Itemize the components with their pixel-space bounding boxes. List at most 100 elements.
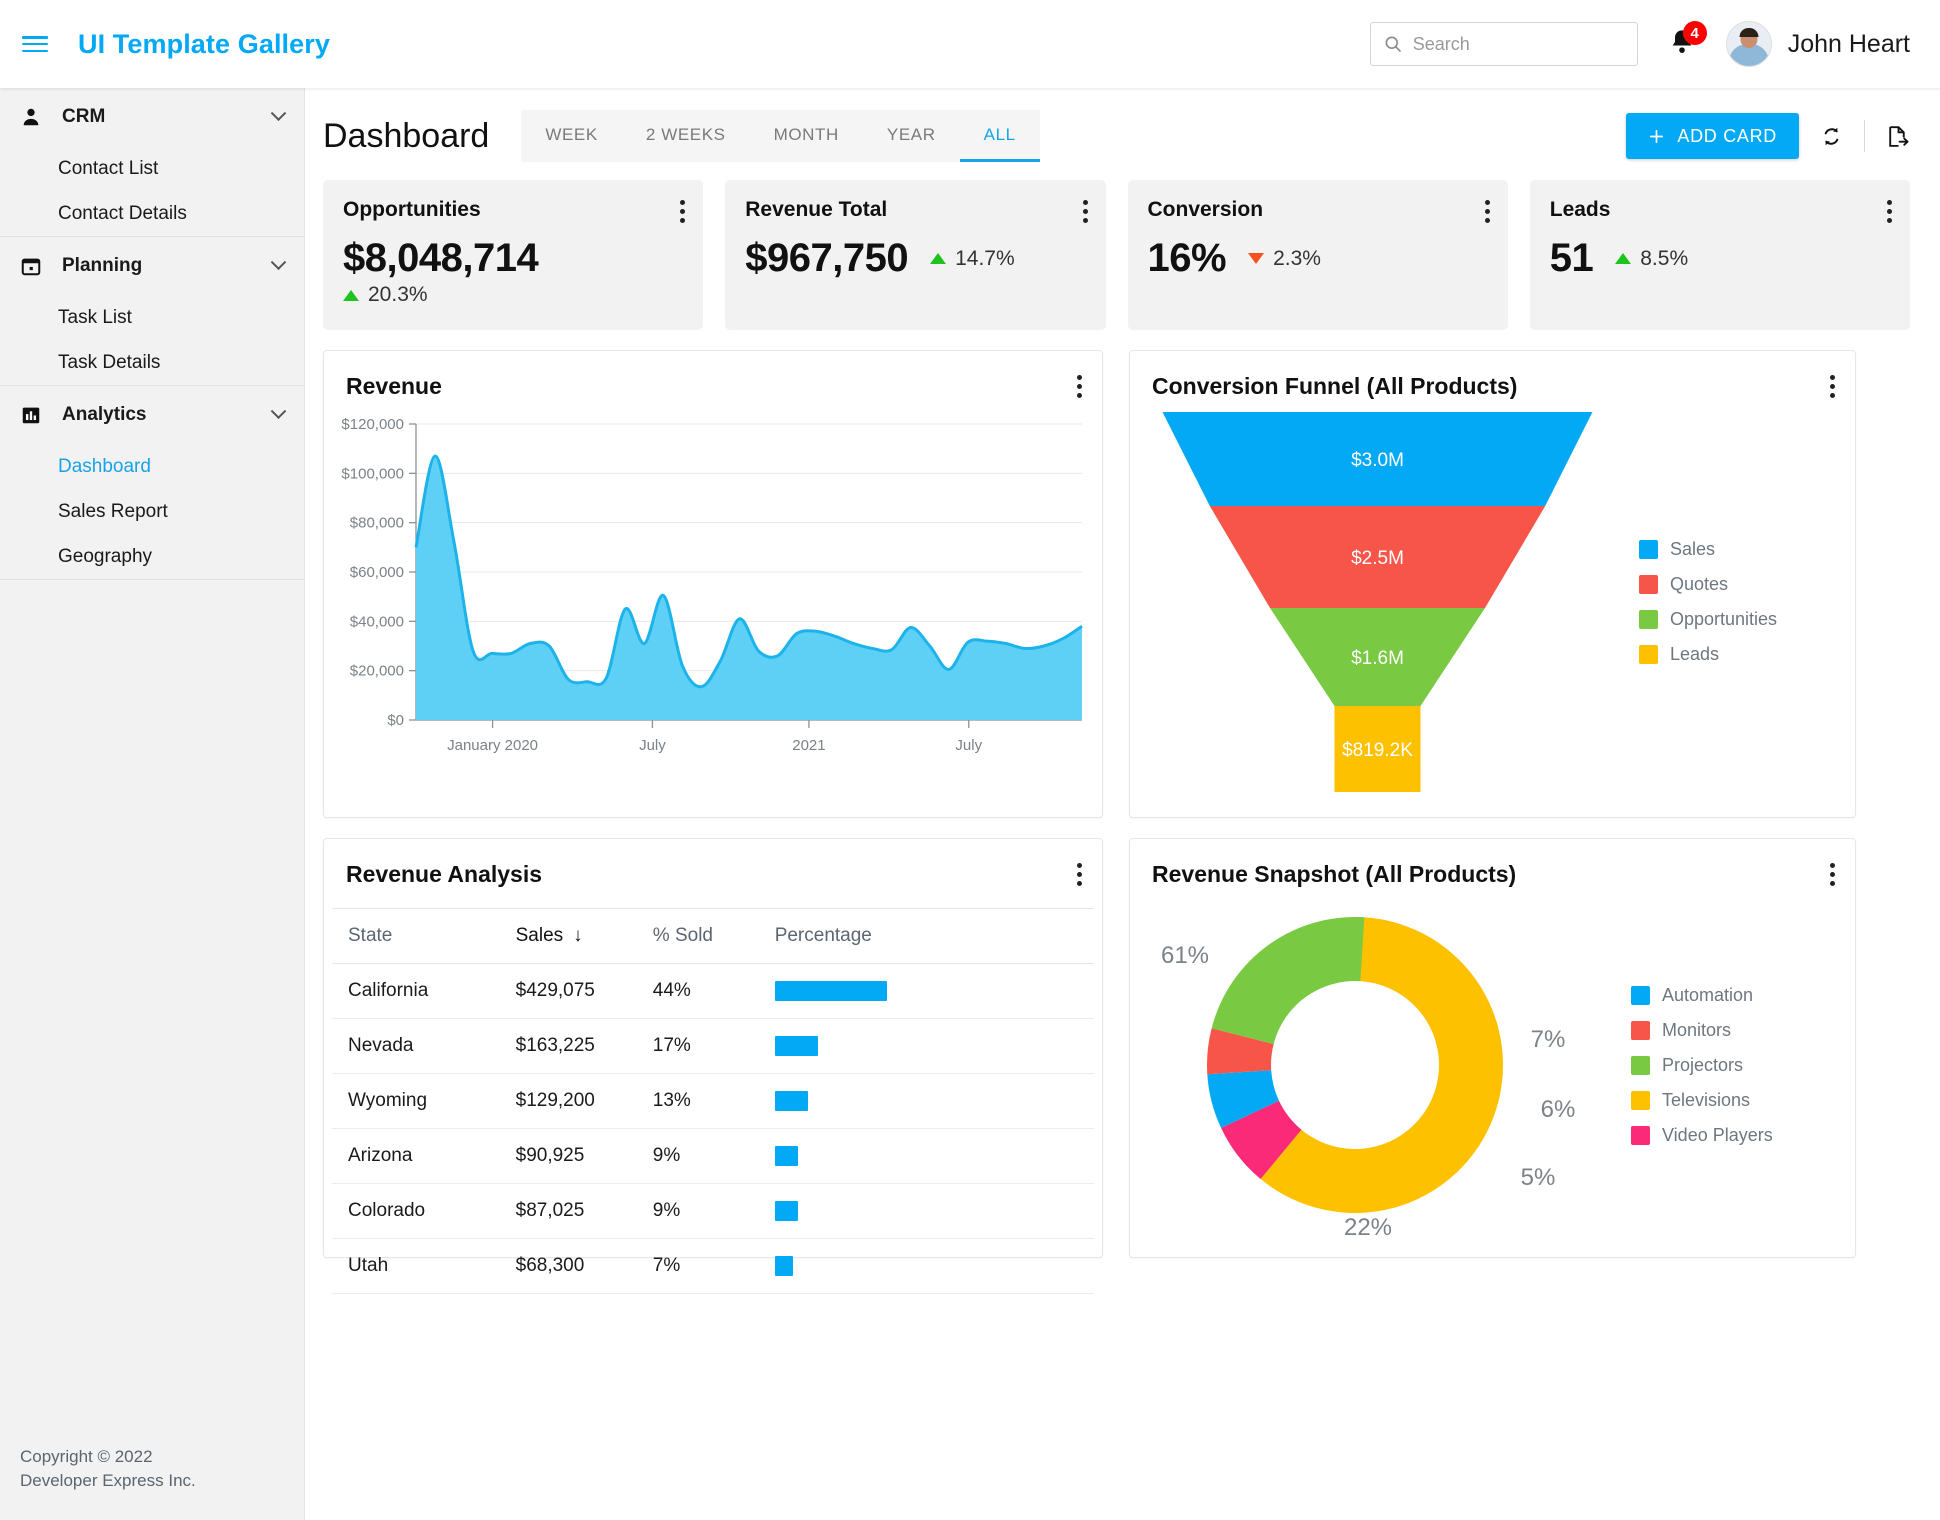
kpi-delta: 8.5%	[1615, 247, 1688, 271]
legend-item-projectors[interactable]: Projectors	[1631, 1055, 1773, 1076]
calendar-icon	[18, 255, 44, 277]
legend-item-opportunities[interactable]: Opportunities	[1639, 609, 1777, 630]
legend-item-video-players[interactable]: Video Players	[1631, 1125, 1773, 1146]
donut-label: 22%	[1344, 1214, 1392, 1235]
sidebar-item-contact-list[interactable]: Contact List	[0, 146, 304, 191]
user-avatar[interactable]	[1725, 21, 1772, 67]
legend-item-leads[interactable]: Leads	[1639, 644, 1777, 665]
sidebar-group-label: CRM	[62, 106, 106, 127]
snapshot-panel-menu[interactable]	[1830, 863, 1835, 890]
cell-percentage-bar	[758, 1128, 1094, 1184]
y-tick-label: $120,000	[341, 416, 404, 433]
legend-swatch	[1631, 1020, 1650, 1040]
cell-sales: $163,225	[499, 1018, 637, 1074]
kpi-delta: 2.3%	[1248, 247, 1321, 271]
sidebar-item-analytics[interactable]: Analytics	[0, 386, 304, 444]
chevron-down-icon[interactable]	[270, 402, 287, 419]
legend-item-automation[interactable]: Automation	[1631, 985, 1773, 1006]
tab-year[interactable]: YEAR	[863, 110, 960, 162]
kpi-menu[interactable]	[1887, 200, 1892, 227]
cell-sales: $429,075	[499, 963, 637, 1019]
table-row[interactable]: Nevada $163,225 17%	[332, 1018, 1094, 1074]
sidebar-item-contact-details[interactable]: Contact Details	[0, 191, 304, 236]
sidebar-item-task-list[interactable]: Task List	[0, 295, 304, 340]
legend-item-monitors[interactable]: Monitors	[1631, 1020, 1773, 1041]
kpi-value: $967,750	[745, 236, 909, 280]
column-header-sold[interactable]: % Sold	[636, 908, 759, 964]
kpi-body: $967,750 14.7%	[745, 236, 1085, 281]
cell-sales: $90,925	[499, 1128, 637, 1184]
chevron-down-icon[interactable]	[270, 253, 287, 270]
cell-percentage-bar	[758, 1183, 1094, 1239]
toolbar-divider	[1864, 120, 1865, 152]
donut-segment	[1211, 917, 1365, 1045]
tab-2-weeks[interactable]: 2 WEEKS	[622, 110, 750, 162]
notification-count-badge: 4	[1682, 21, 1707, 45]
legend-label: Quotes	[1670, 574, 1729, 594]
cell-state: Wyoming	[332, 1073, 500, 1129]
search-input[interactable]	[1412, 33, 1613, 55]
refresh-button[interactable]	[1819, 124, 1844, 149]
column-header-label: % Sold	[652, 925, 713, 946]
table-header-row: State Sales ↓ % Sold Percentage	[332, 908, 1094, 964]
add-card-button[interactable]: ADD CARD	[1626, 113, 1799, 159]
search-box[interactable]	[1369, 22, 1638, 66]
sidebar-item-geography[interactable]: Geography	[0, 534, 304, 579]
sidebar-item-dashboard[interactable]: Dashboard	[0, 444, 304, 489]
add-card-label: ADD CARD	[1677, 125, 1777, 146]
sidebar-item-crm[interactable]: CRM	[0, 88, 304, 146]
table-row[interactable]: Utah $68,300 7%	[332, 1238, 1094, 1294]
tab-week[interactable]: WEEK	[521, 110, 621, 162]
sidebar-item-planning[interactable]: Planning	[0, 237, 304, 295]
app-header: UI Template Gallery 4 John Heart	[0, 0, 1940, 88]
table-row[interactable]: Arizona $90,925 9%	[332, 1128, 1094, 1184]
notifications-button[interactable]: 4	[1668, 21, 1707, 61]
legend-item-sales[interactable]: Sales	[1639, 539, 1777, 560]
table-row[interactable]: Wyoming $129,200 13%	[332, 1073, 1094, 1129]
donut-chart: 61% 7% 6% 5% 22%	[1161, 917, 1575, 1235]
kpi-menu[interactable]	[680, 200, 686, 227]
donut-legend: Automation Monitors Projectors Televisions V…	[1631, 985, 1773, 1146]
sidebar-group-crm: CRM Contact List Contact Details	[0, 88, 304, 237]
export-file-icon	[1889, 125, 1909, 147]
export-button[interactable]	[1885, 124, 1910, 149]
kpi-delta-value: 20.3%	[368, 283, 428, 306]
kpi-menu[interactable]	[1484, 200, 1490, 227]
legend-item-quotes[interactable]: Quotes	[1639, 574, 1777, 595]
table-row[interactable]: California $429,075 44%	[332, 963, 1094, 1019]
user-name[interactable]: John Heart	[1788, 30, 1910, 59]
arrow-down-icon: ↓	[573, 925, 583, 946]
analysis-panel-menu[interactable]	[1077, 863, 1082, 890]
cell-pct-sold: 44%	[636, 963, 759, 1019]
percentage-bar	[774, 1036, 819, 1056]
legend-item-televisions[interactable]: Televisions	[1631, 1090, 1773, 1111]
column-header-sales[interactable]: Sales ↓	[499, 908, 637, 964]
tab-all[interactable]: ALL	[959, 110, 1040, 162]
hamburger-menu-icon[interactable]	[22, 34, 48, 54]
table-row[interactable]: Colorado $87,025 9%	[332, 1183, 1094, 1239]
chevron-down-icon[interactable]	[270, 104, 287, 121]
donut-label: 5%	[1521, 1164, 1556, 1191]
kpi-body: 16% 2.3%	[1148, 236, 1488, 281]
sidebar-item-task-details[interactable]: Task Details	[0, 340, 304, 385]
kpi-menu[interactable]	[1082, 200, 1088, 227]
cell-state: California	[332, 963, 500, 1019]
funnel-panel-menu[interactable]	[1830, 375, 1835, 402]
y-tick-label: $0	[387, 712, 404, 729]
funnel-chart-wrap: $3.0M $2.5M $1.6M $819.2K Sales Quotes Opport…	[1130, 402, 1855, 802]
revenue-panel-menu[interactable]	[1077, 375, 1082, 402]
x-tick-label: July	[639, 737, 666, 754]
cell-pct-sold: 13%	[636, 1073, 759, 1129]
cell-state: Colorado	[332, 1183, 500, 1239]
cell-pct-sold: 7%	[636, 1238, 759, 1294]
tab-month[interactable]: MONTH	[750, 110, 863, 162]
legend-label: Sales	[1670, 539, 1716, 559]
column-header-percentage[interactable]: Percentage	[758, 908, 1094, 964]
kpi-value: 16%	[1147, 236, 1227, 280]
snapshot-panel-title: Revenue Snapshot (All Products)	[1152, 861, 1517, 887]
legend-swatch	[1631, 1125, 1650, 1145]
sidebar-item-sales-report[interactable]: Sales Report	[0, 489, 304, 534]
column-header-state[interactable]: State	[332, 908, 500, 964]
donut-label: 7%	[1531, 1026, 1566, 1053]
cell-sales: $68,300	[499, 1238, 637, 1294]
